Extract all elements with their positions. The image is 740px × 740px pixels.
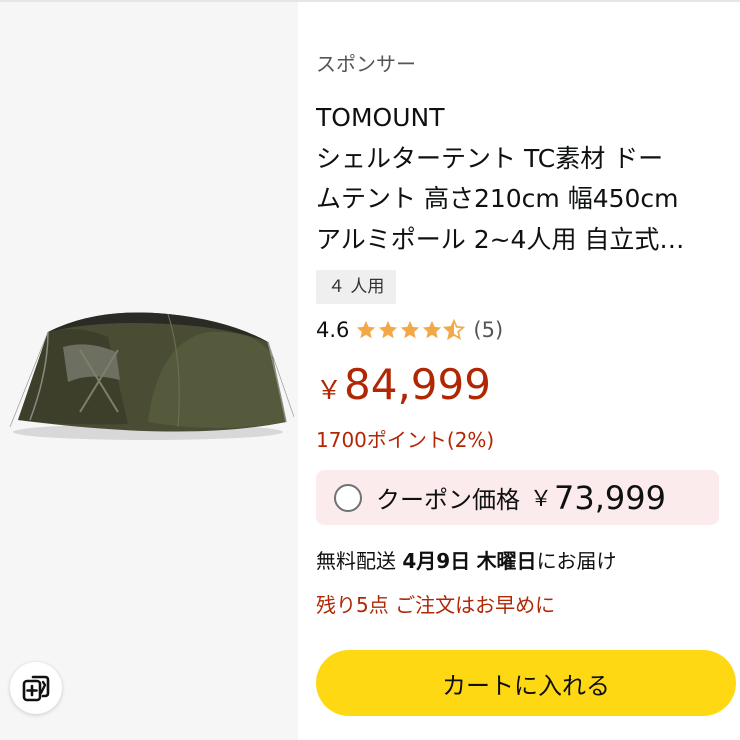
price-amount: 84,999: [344, 360, 491, 409]
price-currency: ￥: [316, 376, 343, 406]
product-title-line[interactable]: アルミポール 2~4人用 自立式…: [316, 220, 731, 261]
star-icon: [423, 320, 442, 339]
capacity-badge: ４ 人用: [316, 270, 397, 304]
rating-value: 4.6: [316, 318, 350, 342]
delivery-suffix: にお届け: [536, 549, 617, 573]
star-icon: [357, 320, 376, 339]
add-to-cart-button[interactable]: カートに入れる: [316, 650, 736, 716]
points-earned: 1700ポイント(2%): [316, 428, 495, 452]
delivery-date: 4月9日: [402, 549, 471, 573]
coupon-checkbox[interactable]: [334, 483, 362, 512]
delivery-weekday: 木曜日: [476, 549, 537, 573]
product-title[interactable]: TOMOUNT シェルターテント TC素材 ドー ムテント 高さ210cm 幅4…: [316, 98, 731, 260]
star-rating: [355, 319, 466, 341]
product-info-panel: スポンサー TOMOUNT シェルターテント TC素材 ドー ムテント 高さ21…: [316, 0, 740, 740]
coupon-label: クーポン価格: [376, 486, 520, 514]
half-star-icon: [443, 319, 466, 340]
price: ￥84,999: [316, 358, 491, 412]
coupon-box[interactable]: クーポン価格 ￥73,999: [316, 470, 719, 525]
product-title-brand[interactable]: TOMOUNT: [316, 98, 731, 139]
delivery-info: 無料配送 4月9日 木曜日にお届け: [316, 545, 617, 574]
product-image-panel[interactable]: [0, 2, 298, 740]
add-to-compare-button[interactable]: [10, 662, 62, 714]
coupon-price: ￥73,999: [530, 479, 666, 517]
product-title-line[interactable]: シェルターテント TC素材 ドー: [316, 139, 731, 180]
tent-product-image[interactable]: [8, 302, 294, 452]
add-to-compare-icon: [22, 675, 50, 702]
coupon-amount: 73,999: [554, 478, 666, 517]
product-title-line[interactable]: ムテント 高さ210cm 幅450cm: [316, 179, 731, 220]
stock-warning: 残り5点 ご注文はお早めに: [316, 593, 556, 617]
delivery-prefix: 無料配送: [316, 549, 396, 573]
star-icon: [379, 320, 398, 339]
coupon-currency: ￥: [530, 486, 553, 512]
sponsored-label: スポンサー: [316, 52, 416, 76]
star-icon: [401, 320, 420, 339]
rating-row[interactable]: 4.6 (5): [316, 313, 503, 347]
rating-count[interactable]: (5): [473, 318, 503, 342]
